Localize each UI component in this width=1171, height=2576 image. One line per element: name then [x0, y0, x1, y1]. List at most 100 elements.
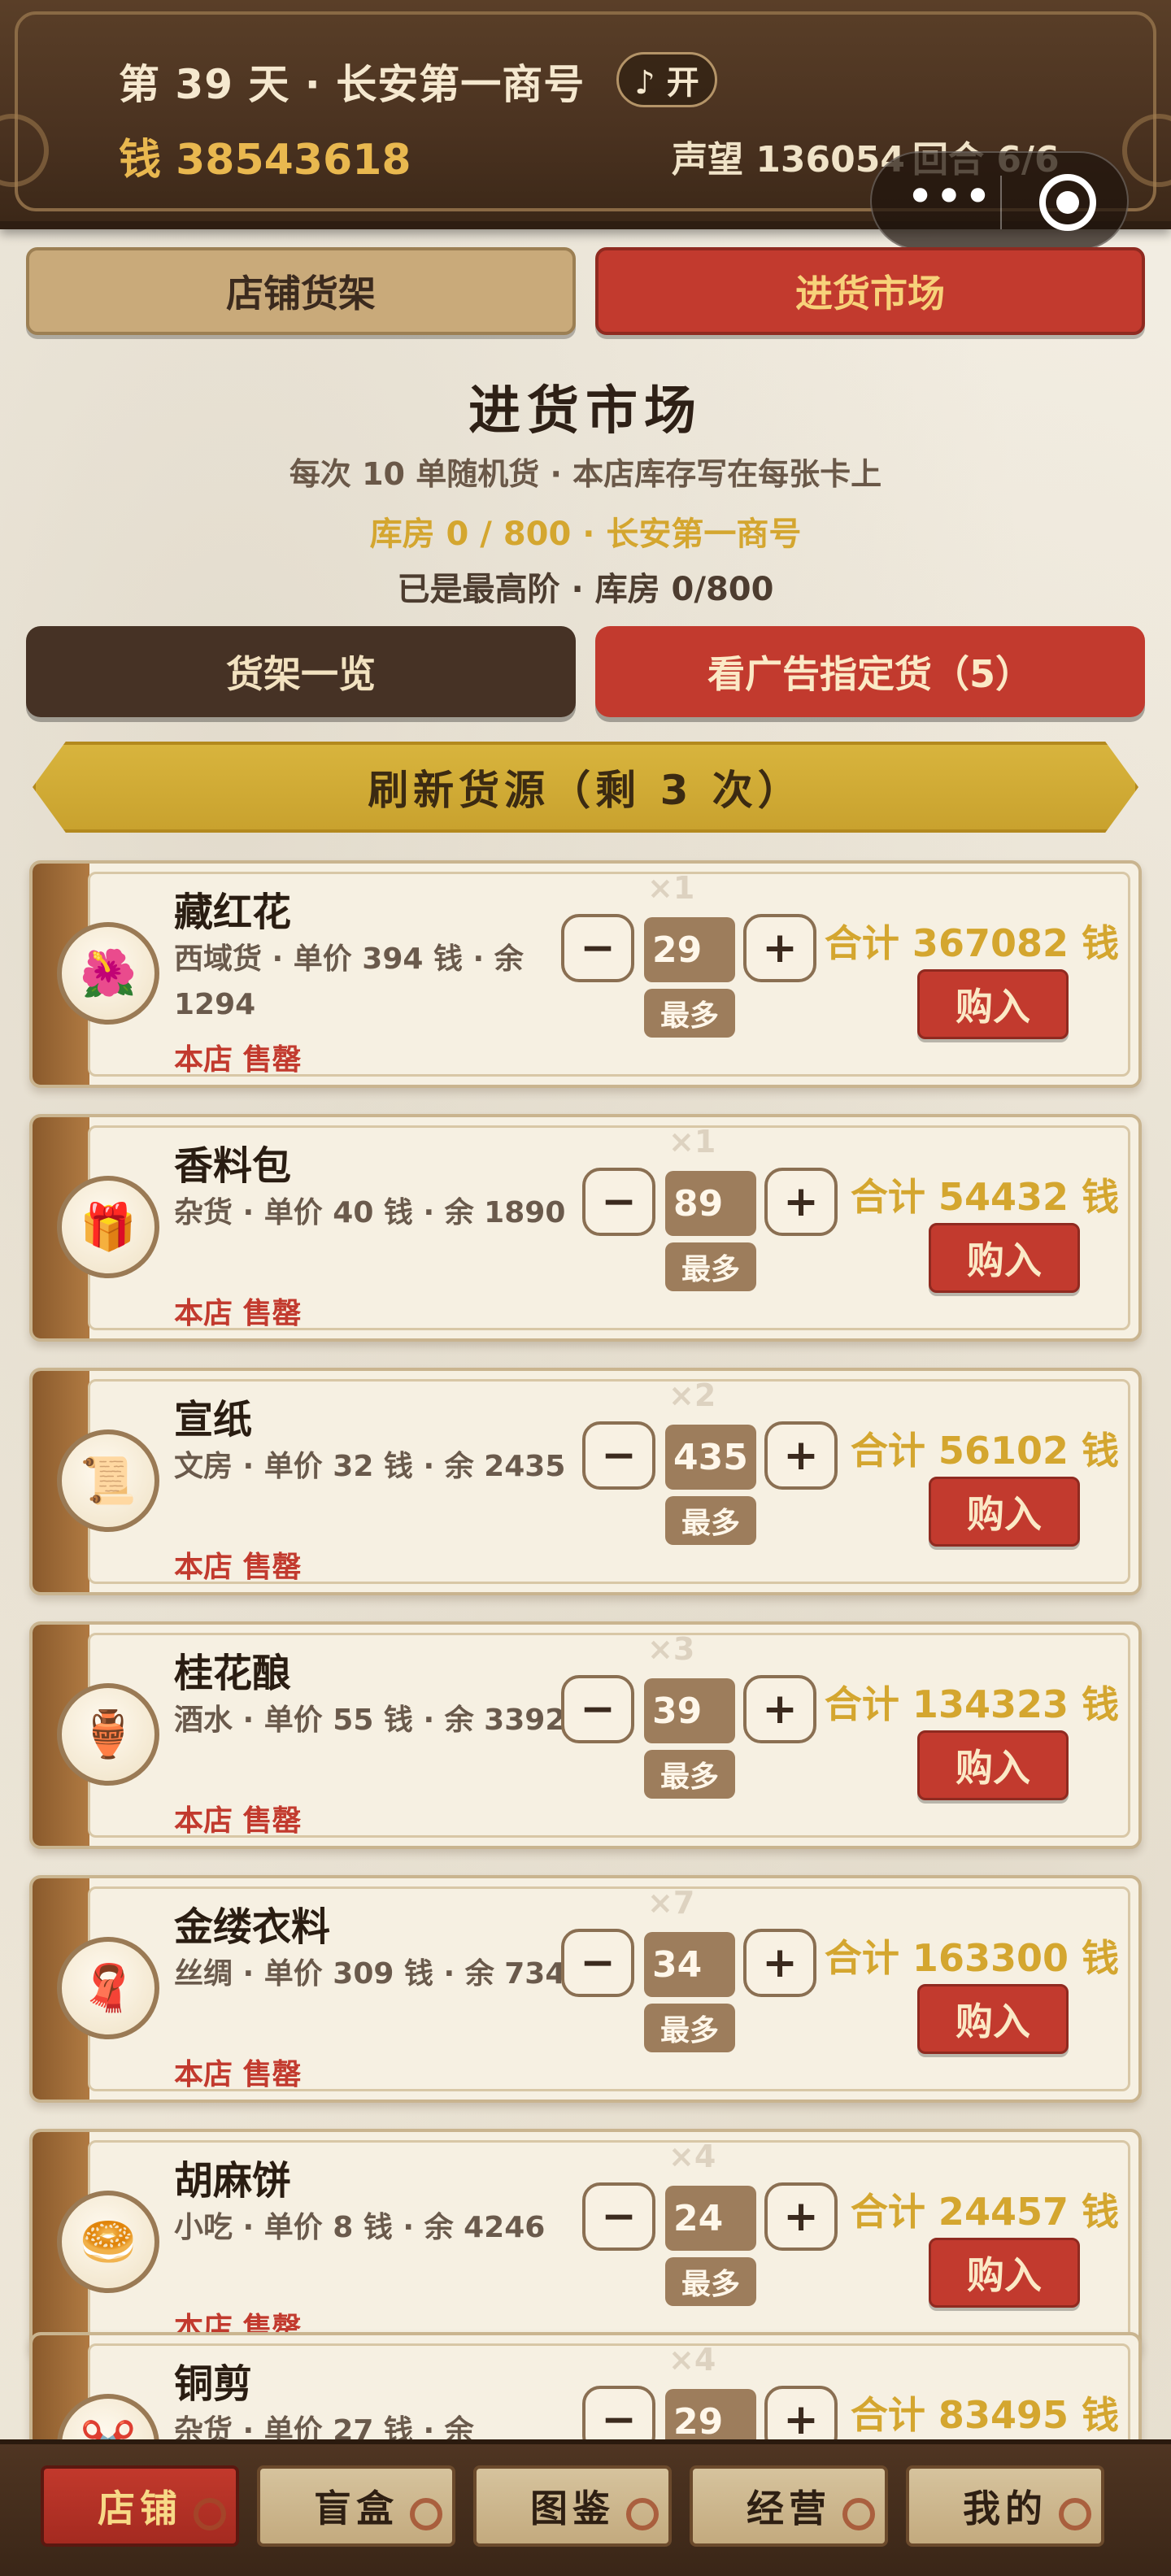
product-description: 西域货 · 单价 394 钱 · 余 1294: [174, 942, 524, 1021]
max-quantity-button[interactable]: 最多: [665, 1496, 756, 1545]
nav-tab[interactable]: 图鉴: [473, 2465, 672, 2547]
buy-button[interactable]: 购入: [917, 969, 1069, 1039]
total-price: 合计 367082 钱: [824, 921, 1119, 965]
total-price: 合计 56102 钱: [850, 1429, 1119, 1473]
total-price: 合计 54432 钱: [850, 1175, 1119, 1219]
minus-icon: −: [580, 1939, 616, 1987]
nav-tab[interactable]: 经营: [690, 2465, 888, 2547]
product-name: 藏红花: [174, 890, 292, 935]
multiplier-label: ×1: [647, 870, 695, 906]
plus-icon: +: [762, 1685, 798, 1734]
multiplier-label: ×2: [668, 1377, 716, 1413]
nav-tab[interactable]: 我的: [906, 2465, 1104, 2547]
max-quantity-button[interactable]: 最多: [644, 2004, 735, 2052]
product-card: 🥯 胡麻饼 小吃 · 单价 8 钱 · 余 4246 本店 售罄 ×4 − 24…: [29, 2129, 1142, 2356]
nav-tab[interactable]: 盲盒: [257, 2465, 455, 2547]
product-name: 桂花酿: [174, 1651, 292, 1696]
nav-tab[interactable]: 店铺: [41, 2465, 239, 2547]
tab-shop-shelf[interactable]: 店铺货架: [26, 247, 576, 335]
minus-icon: −: [580, 1685, 616, 1734]
max-quantity-button[interactable]: 最多: [665, 2257, 756, 2306]
section-title: 进货市场: [468, 381, 703, 442]
stock-status: 本店 售罄: [174, 2058, 302, 2091]
plus-icon: +: [783, 1431, 819, 1480]
product-icon: 🏺: [57, 1683, 159, 1786]
multiplier-label: ×4: [668, 2342, 716, 2378]
quantity-field[interactable]: 24: [665, 2186, 756, 2251]
increase-button[interactable]: +: [743, 1675, 816, 1743]
minus-icon: −: [601, 2192, 637, 2241]
quantity-field[interactable]: 29: [644, 917, 735, 982]
increase-button[interactable]: +: [743, 1929, 816, 1997]
product-name: 金缕衣料: [174, 1904, 331, 1950]
day-shop-title: 第 39 天 · 长安第一商号: [119, 61, 586, 108]
stock-status: 本店 售罄: [174, 1551, 302, 1584]
stock-status: 本店 售罄: [174, 1804, 302, 1838]
total-price: 合计 134323 钱: [824, 1682, 1119, 1726]
product-card: 🌺 藏红花 西域货 · 单价 394 钱 · 余 1294 本店 售罄 ×1 −…: [29, 860, 1142, 1088]
product-card: 🎁 香料包 杂货 · 单价 40 钱 · 余 1890 本店 售罄 ×1 − 8…: [29, 1114, 1142, 1342]
buy-button[interactable]: 购入: [917, 1730, 1069, 1800]
decrease-button[interactable]: −: [561, 1675, 634, 1743]
product-icon: 🧣: [57, 1937, 159, 2039]
quantity-field[interactable]: 34: [644, 1932, 735, 1997]
increase-button[interactable]: +: [764, 1421, 838, 1490]
decrease-button[interactable]: −: [561, 1929, 634, 1997]
max-quantity-button[interactable]: 最多: [644, 989, 735, 1038]
decrease-button[interactable]: −: [582, 2182, 655, 2251]
product-icon: 📜: [57, 1429, 159, 1532]
increase-button[interactable]: +: [764, 1168, 838, 1236]
buy-button[interactable]: 购入: [929, 1223, 1080, 1293]
plus-icon: +: [783, 2395, 819, 2444]
market-info-line: 每次 10 单随机货 · 本店库存写在每张卡上: [289, 456, 882, 492]
more-icon[interactable]: •••: [904, 172, 994, 226]
buy-button[interactable]: 购入: [917, 1984, 1069, 2054]
minus-icon: −: [580, 924, 616, 973]
quantity-field[interactable]: 89: [665, 1171, 756, 1236]
shelf-overview-button[interactable]: 货架一览: [26, 626, 576, 717]
increase-button[interactable]: +: [764, 2182, 838, 2251]
multiplier-label: ×4: [668, 2139, 716, 2174]
music-toggle-button[interactable]: ♪ 开: [616, 52, 717, 107]
watch-ad-button[interactable]: 看广告指定货（5）: [595, 626, 1145, 717]
product-description: 小吃 · 单价 8 钱 · 余 4246: [174, 2211, 546, 2244]
miniprogram-capsule: •••: [870, 151, 1129, 250]
multiplier-label: ×1: [668, 1124, 716, 1160]
knot-icon: [410, 2498, 442, 2530]
increase-button[interactable]: +: [743, 914, 816, 982]
stock-status: 本店 售罄: [174, 1297, 302, 1330]
nav-tab-label: 店铺: [98, 2487, 182, 2530]
total-price: 合计 163300 钱: [824, 1936, 1119, 1980]
quantity-field[interactable]: 39: [644, 1678, 735, 1743]
total-price: 合计 24457 钱: [850, 2190, 1119, 2234]
total-price: 合计 83495 钱: [850, 2393, 1119, 2437]
nav-tab-label: 图鉴: [530, 2487, 615, 2530]
close-icon[interactable]: [1039, 174, 1096, 231]
product-description: 文房 · 单价 32 钱 · 余 2435: [174, 1450, 566, 1483]
nav-tab-label: 我的: [963, 2487, 1047, 2530]
product-card: 📜 宣纸 文房 · 单价 32 钱 · 余 2435 本店 售罄 ×2 − 43…: [29, 1368, 1142, 1595]
buy-button[interactable]: 购入: [929, 2238, 1080, 2308]
stock-status: 本店 售罄: [174, 1043, 302, 1077]
max-quantity-button[interactable]: 最多: [665, 1242, 756, 1291]
refresh-stock-button[interactable]: 刷新货源（剩 3 次）: [33, 742, 1138, 833]
plus-icon: +: [762, 924, 798, 973]
knot-icon: [842, 2498, 875, 2530]
multiplier-label: ×3: [647, 1631, 695, 1667]
decrease-button[interactable]: −: [561, 914, 634, 982]
product-card: 🧣 金缕衣料 丝绸 · 单价 309 钱 · 余 734 本店 售罄 ×7 − …: [29, 1875, 1142, 2103]
buy-button[interactable]: 购入: [929, 1477, 1080, 1547]
max-quantity-button[interactable]: 最多: [644, 1750, 735, 1799]
plus-icon: +: [762, 1939, 798, 1987]
minus-icon: −: [601, 1431, 637, 1480]
decrease-button[interactable]: −: [582, 1168, 655, 1236]
reputation-counter: 声望 136054: [672, 139, 906, 181]
knot-icon: [194, 2498, 226, 2530]
product-name: 铜剪: [174, 2361, 253, 2407]
product-icon: 🎁: [57, 1176, 159, 1278]
product-name: 胡麻饼: [174, 2158, 292, 2204]
quantity-field[interactable]: 435: [665, 1425, 756, 1490]
plus-icon: +: [783, 2192, 819, 2241]
decrease-button[interactable]: −: [582, 1421, 655, 1490]
tab-purchase-market[interactable]: 进货市场: [595, 247, 1145, 335]
